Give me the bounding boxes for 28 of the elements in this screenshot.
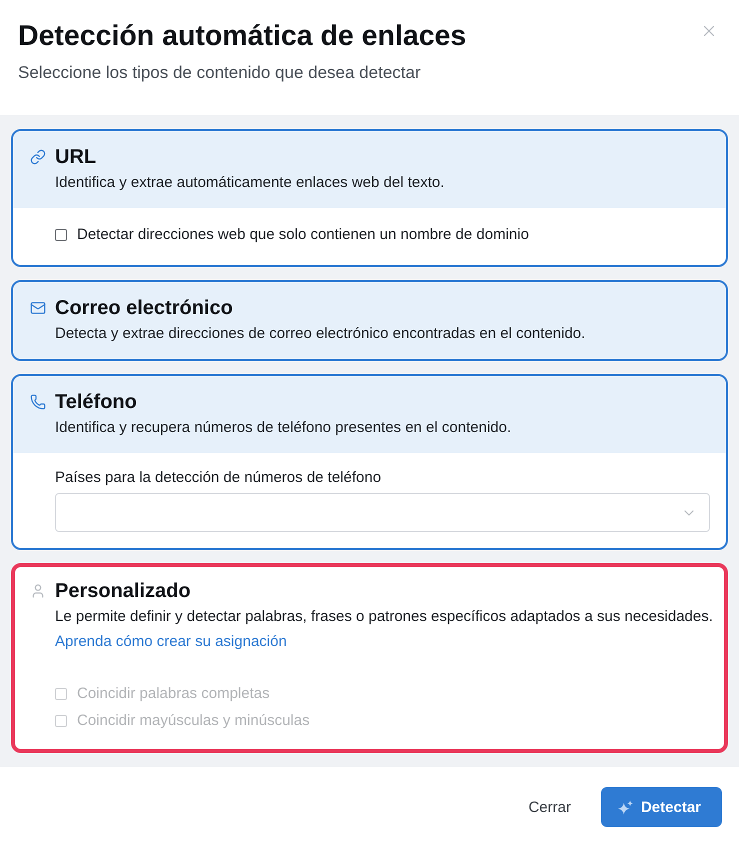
dialog-title: Detección automática de enlaces [18,19,466,53]
close-button[interactable]: Cerrar [514,787,585,827]
card-description: Detecta y extrae direcciones de correo electrónico encontradas en el contenido. [55,324,586,344]
detection-card[interactable] [11,563,728,753]
card-title: URL [55,145,98,169]
card-title: Personalizado [55,579,192,603]
mail-icon [30,300,46,316]
detection-card[interactable]: Teléfono Identifica y recupera números de teléfono presentes en el contenido. Países para la detección de números de teléfono [11,374,728,550]
option-label: Coincidir palabras completas [77,684,270,704]
option-checkbox[interactable] [55,229,67,241]
dialog-subtitle: Seleccione los tipos de contenido que desea detectar [18,63,422,83]
option-label: Detectar direcciones web que solo contienen un nombre de dominio [77,225,529,245]
detection-card[interactable]: URL Identifica y extrae automáticamente enlaces web del texto. Detectar direcciones web que solo contienen un nombre de dominio [11,129,728,267]
country-select[interactable] [55,493,710,532]
detect-button[interactable]: Detectar [600,787,722,827]
sparkle-icon [618,800,633,814]
card-title: Teléfono [55,390,138,414]
help-link[interactable]: Aprenda cómo crear su asignación [55,632,287,652]
phone-icon [30,394,46,410]
card-title: Correo electrónico [55,296,234,320]
detection-card[interactable]: Correo electrónico Detecta y extrae direcciones de correo electrónico encontradas en el contenido. [11,280,728,361]
link-icon [30,149,46,165]
card-description: Identifica y recupera números de teléfono presentes en el contenido. [55,418,512,438]
field-label: Países para la detección de números de teléfono [55,468,382,488]
card-description: Identifica y extrae automáticamente enlaces web del texto. [55,173,444,193]
option-label: Coincidir mayúsculas y minúsculas [77,711,310,731]
card-description: Le permite definir y detectar palabras, frases o patrones específicos adaptados a sus necesidades. [55,607,713,627]
user-icon [30,583,46,599]
